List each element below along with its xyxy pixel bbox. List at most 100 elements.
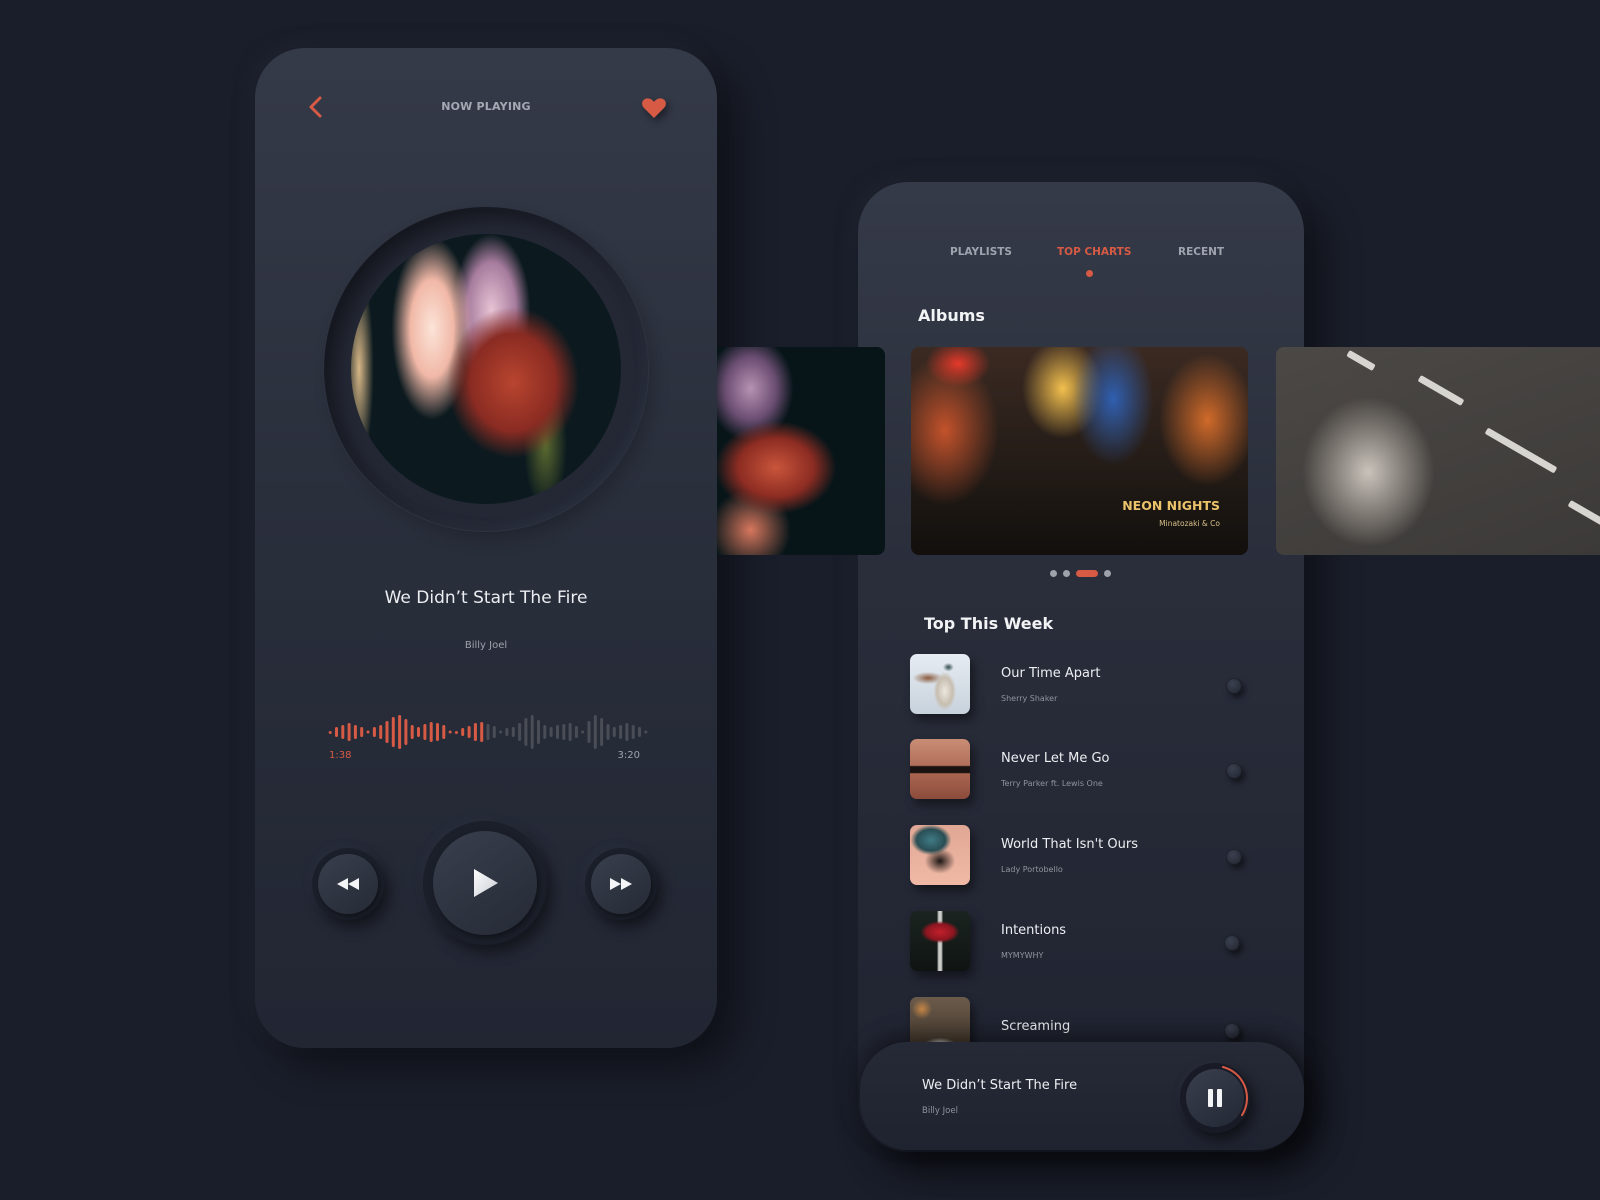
waveform-bar <box>335 727 338 737</box>
track-artist: Terry Parker ft. Lewis One <box>1001 779 1103 788</box>
track-title: Intentions <box>1001 923 1067 938</box>
carousel-dot[interactable] <box>1050 570 1057 577</box>
waveform-bar <box>360 727 364 737</box>
waveform-bar <box>631 725 635 739</box>
waveform-bar <box>530 715 534 749</box>
album-card[interactable] <box>1276 347 1600 555</box>
waveform-bar <box>480 722 484 742</box>
waveform-bar <box>518 723 522 741</box>
album-card[interactable] <box>717 347 885 555</box>
waveform-bar <box>499 730 503 734</box>
tab-playlists[interactable]: PLAYLISTS <box>950 246 1012 258</box>
waveform-bar <box>436 723 439 741</box>
active-tab-indicator <box>1086 270 1093 277</box>
album-art-image <box>351 234 621 504</box>
waveform-bar <box>549 727 553 737</box>
waveform-bar <box>625 723 629 741</box>
track-item[interactable]: Intentions MYMYWHY <box>910 911 1270 973</box>
track-options-button[interactable] <box>1224 1023 1240 1039</box>
waveform-bar <box>461 728 465 736</box>
top-this-week-heading: Top This Week <box>924 614 1054 633</box>
heart-icon <box>642 98 666 118</box>
waveform-bar <box>398 715 402 749</box>
waveform-bar <box>372 727 376 737</box>
mini-player-title: We Didn’t Start The Fire <box>922 1078 1078 1093</box>
track-title: World That Isn't Ours <box>1001 837 1139 852</box>
rewind-button[interactable] <box>312 848 384 920</box>
waveform-bar <box>593 715 597 749</box>
waveform-bar <box>505 728 509 736</box>
waveform-bar <box>473 723 477 741</box>
waveform-bar <box>379 725 383 739</box>
play-button[interactable] <box>423 821 547 945</box>
track-item[interactable]: Never Let Me Go Terry Parker ft. Lewis O… <box>910 739 1270 801</box>
waveform-bar <box>347 723 351 741</box>
carousel-dot[interactable] <box>1104 570 1111 577</box>
waveform-bar <box>638 727 641 737</box>
waveform-bar <box>448 730 452 734</box>
waveform-bar <box>581 730 585 734</box>
track-title: Never Let Me Go <box>1001 751 1110 766</box>
waveform-bar <box>385 721 389 743</box>
waveform-bar <box>574 726 578 738</box>
tab-bar: PLAYLISTS TOP CHARTS RECENT <box>858 246 1304 286</box>
time-total: 3:20 <box>617 750 640 761</box>
waveform-bar <box>524 718 528 746</box>
mini-player-artist: Billy Joel <box>922 1106 958 1116</box>
waveform-bar <box>619 725 623 739</box>
track-artist: MYMYWHY <box>1001 951 1044 960</box>
track-thumbnail <box>910 739 970 799</box>
carousel-dot[interactable] <box>1076 570 1098 577</box>
waveform-bar <box>328 731 332 734</box>
tab-top-charts[interactable]: TOP CHARTS <box>1057 246 1131 258</box>
track-options-button[interactable] <box>1226 849 1242 865</box>
track-thumbnail <box>910 911 970 971</box>
fast-forward-button[interactable] <box>585 848 657 920</box>
track-item[interactable]: World That Isn't Ours Lady Portobello <box>910 825 1270 887</box>
waveform-bar <box>644 730 648 734</box>
waveform-bar <box>486 724 490 740</box>
waveform-seek-bar[interactable] <box>327 712 649 752</box>
album-artist: Minatozaki & Co <box>1159 519 1220 528</box>
playback-progress-ring <box>1221 1065 1248 1117</box>
play-icon <box>474 869 498 897</box>
mini-player[interactable]: We Didn’t Start The Fire Billy Joel <box>860 1042 1304 1150</box>
waveform-bar <box>537 720 540 744</box>
track-title: Screaming <box>1001 1019 1071 1034</box>
library-screen: PLAYLISTS TOP CHARTS RECENT Albums Top T… <box>858 182 1304 1152</box>
carousel-dot[interactable] <box>1063 570 1070 577</box>
waveform-bar <box>543 725 547 739</box>
track-artist: Lady Portobello <box>1001 865 1063 874</box>
waveform-bar <box>417 727 420 737</box>
waveform-bar <box>410 725 414 739</box>
decoration <box>1484 427 1558 474</box>
now-playing-screen: NOW PLAYING We Didn’t Start The Fire Bil… <box>255 48 717 1048</box>
decoration <box>1567 499 1600 532</box>
track-artist: Sherry Shaker <box>1001 694 1058 703</box>
track-title: Our Time Apart <box>1001 666 1101 681</box>
waveform-bar <box>341 725 345 739</box>
waveform-bar <box>612 727 616 737</box>
waveform-bar <box>492 726 496 738</box>
pause-button[interactable] <box>1180 1063 1250 1133</box>
song-title: We Didn’t Start The Fire <box>384 588 588 608</box>
waveform-bar <box>442 725 446 739</box>
track-item[interactable]: Our Time Apart Sherry Shaker <box>910 654 1270 716</box>
waveform-bar <box>562 724 566 740</box>
track-options-button[interactable] <box>1226 763 1242 779</box>
time-elapsed: 1:38 <box>329 750 352 761</box>
decoration <box>1346 349 1376 372</box>
track-options-button[interactable] <box>1226 678 1242 694</box>
progress-arc <box>1221 1065 1248 1117</box>
waveform-bar <box>568 723 572 741</box>
rewind-icon <box>337 878 359 890</box>
fast-forward-icon <box>610 878 632 890</box>
waveform-bar <box>366 730 370 734</box>
song-artist: Billy Joel <box>464 640 508 651</box>
favorite-button[interactable] <box>641 96 667 120</box>
track-thumbnail <box>910 654 970 714</box>
track-options-button[interactable] <box>1224 935 1240 951</box>
tab-recent[interactable]: RECENT <box>1178 246 1224 258</box>
album-card-neon-nights[interactable]: NEON NIGHTS Minatozaki & Co <box>911 347 1248 555</box>
waveform-bar <box>600 718 604 746</box>
